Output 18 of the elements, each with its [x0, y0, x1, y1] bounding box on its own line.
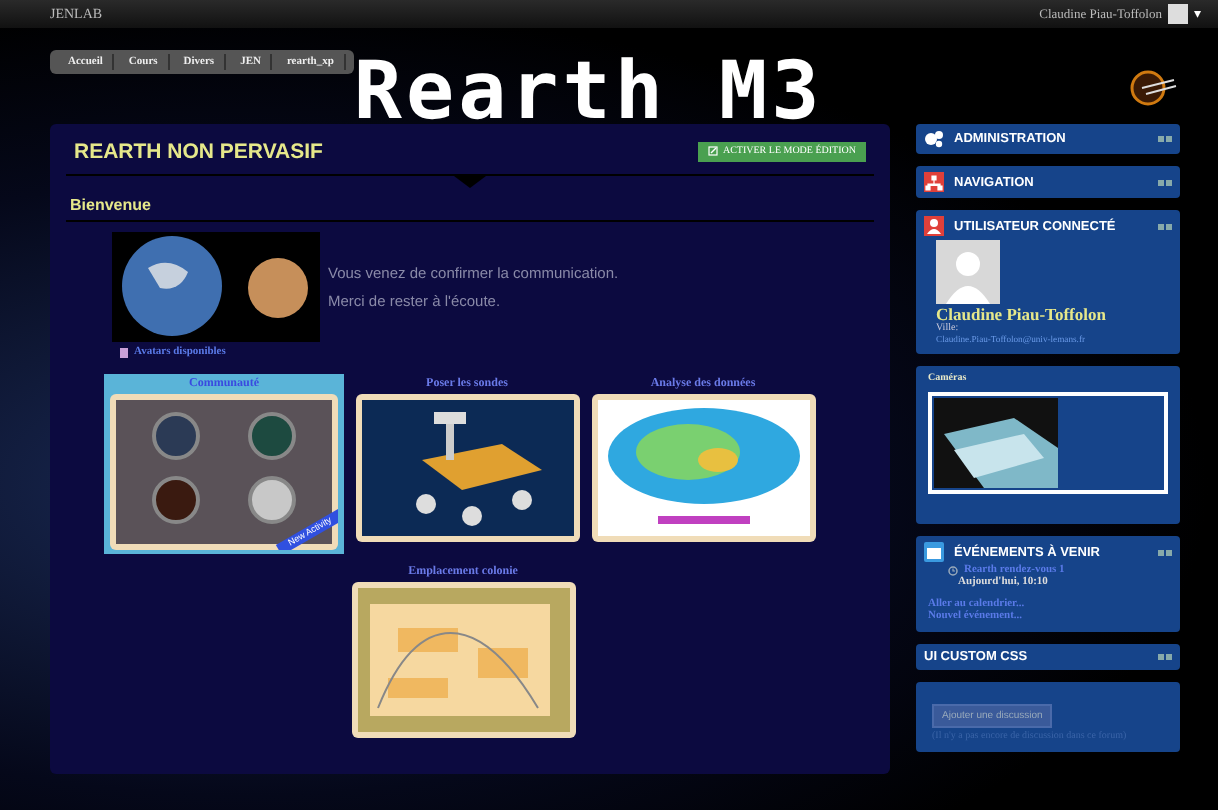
clock-icon: [948, 565, 958, 575]
section-title: Bienvenue: [66, 188, 874, 222]
calendar-icon: [924, 542, 944, 562]
sitemap-icon: [924, 172, 944, 192]
block-controls-icon[interactable]: [1158, 179, 1172, 185]
block-controls-icon[interactable]: [1158, 549, 1172, 555]
user-icon: [924, 216, 944, 236]
course-title: REARTH NON PERVASIF: [74, 140, 323, 164]
avatar-silhouette: [936, 240, 1000, 304]
user-full-name: Claudine Piau-Toffolon: [936, 304, 1108, 324]
block-controls-icon[interactable]: [1158, 654, 1172, 660]
block-controls-icon[interactable]: [1158, 223, 1172, 229]
block-controls-icon[interactable]: [1158, 136, 1172, 142]
document-icon: [120, 347, 128, 357]
edit-icon: [708, 146, 719, 157]
banner-title: Rearth M3: [353, 52, 824, 132]
planet-logo-icon: [1126, 68, 1178, 108]
camera-feed-image: [934, 398, 1058, 488]
